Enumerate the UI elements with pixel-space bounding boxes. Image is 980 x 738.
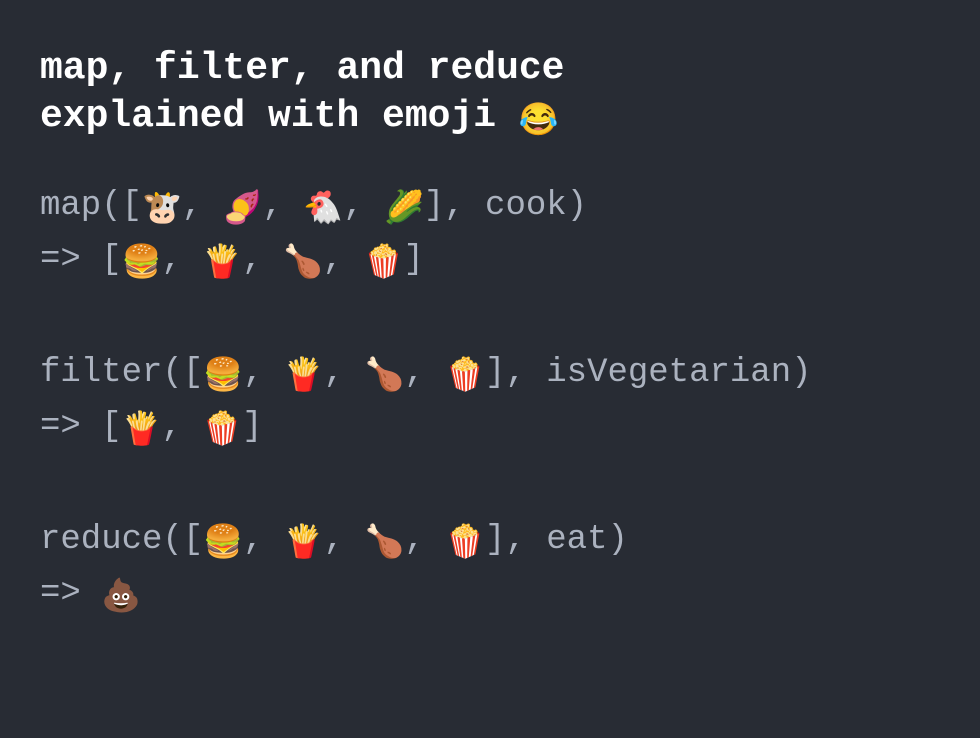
separator: ,: [182, 187, 223, 225]
map-suffix: ], cook): [424, 187, 587, 225]
emoji-item: 🍗: [365, 358, 405, 395]
separator: ,: [161, 408, 202, 446]
filter-suffix: ], isVegetarian): [485, 354, 811, 392]
map-call-line: map([🐮, 🍠, 🐔, 🌽], cook): [40, 180, 940, 235]
map-result-suffix: ]: [403, 241, 423, 279]
filter-items: 🍔, 🍟, 🍗, 🍿: [203, 354, 485, 392]
emoji-item: 🌽: [384, 191, 424, 228]
map-result-line: => [🍔, 🍟, 🍗, 🍿]: [40, 234, 940, 289]
emoji-item: 🐮: [142, 191, 182, 228]
map-items: 🐮, 🍠, 🐔, 🌽: [142, 187, 424, 225]
page-title: map, filter, and reduce explained with e…: [40, 45, 940, 142]
filter-example: filter([🍔, 🍟, 🍗, 🍿], isVegetarian) => [🍟…: [40, 347, 940, 456]
reduce-prefix: reduce([: [40, 521, 203, 559]
emoji-item: 🍗: [365, 525, 405, 562]
emoji-item: 🐔: [303, 191, 343, 228]
title-line-2: explained with emoji 😂: [40, 93, 940, 142]
emoji-item: 🍿: [445, 358, 485, 395]
reduce-result-items: 💩: [101, 575, 141, 613]
map-result-items: 🍔, 🍟, 🍗, 🍿: [122, 241, 404, 279]
filter-call-line: filter([🍔, 🍟, 🍗, 🍿], isVegetarian): [40, 347, 940, 402]
separator: ,: [343, 187, 384, 225]
separator: ,: [404, 521, 445, 559]
emoji-item: 🍔: [122, 245, 162, 282]
emoji-item: 🍟: [284, 525, 324, 562]
emoji-item: 🍟: [122, 412, 162, 449]
separator: ,: [404, 354, 445, 392]
reduce-suffix: ], eat): [485, 521, 628, 559]
filter-result-suffix: ]: [242, 408, 262, 446]
emoji-item: 🍿: [364, 245, 404, 282]
title-line-1: map, filter, and reduce: [40, 45, 940, 93]
separator: ,: [323, 241, 364, 279]
emoji-item: 💩: [101, 579, 141, 616]
filter-result-prefix: => [: [40, 408, 122, 446]
filter-prefix: filter([: [40, 354, 203, 392]
emoji-item: 🍗: [283, 245, 323, 282]
emoji-item: 🍟: [202, 245, 242, 282]
separator: ,: [263, 187, 304, 225]
reduce-call-line: reduce([🍔, 🍟, 🍗, 🍿], eat): [40, 514, 940, 569]
emoji-item: 🍿: [445, 525, 485, 562]
laugh-emoji: 😂: [519, 103, 559, 140]
map-result-prefix: => [: [40, 241, 122, 279]
emoji-item: 🍔: [203, 525, 243, 562]
filter-result-items: 🍟, 🍿: [122, 408, 243, 446]
separator: ,: [161, 241, 202, 279]
emoji-item: 🍿: [202, 412, 242, 449]
reduce-example: reduce([🍔, 🍟, 🍗, 🍿], eat) => 💩: [40, 514, 940, 623]
emoji-item: 🍟: [284, 358, 324, 395]
title-line-2-text: explained with emoji: [40, 95, 519, 138]
separator: ,: [243, 354, 284, 392]
map-prefix: map([: [40, 187, 142, 225]
filter-result-line: => [🍟, 🍿]: [40, 401, 940, 456]
reduce-items: 🍔, 🍟, 🍗, 🍿: [203, 521, 485, 559]
separator: ,: [242, 241, 283, 279]
emoji-item: 🍔: [203, 358, 243, 395]
reduce-result-prefix: =>: [40, 575, 101, 613]
reduce-result-line: => 💩: [40, 568, 940, 623]
map-example: map([🐮, 🍠, 🐔, 🌽], cook) => [🍔, 🍟, 🍗, 🍿]: [40, 180, 940, 289]
emoji-item: 🍠: [223, 191, 263, 228]
separator: ,: [324, 354, 365, 392]
separator: ,: [243, 521, 284, 559]
separator: ,: [324, 521, 365, 559]
